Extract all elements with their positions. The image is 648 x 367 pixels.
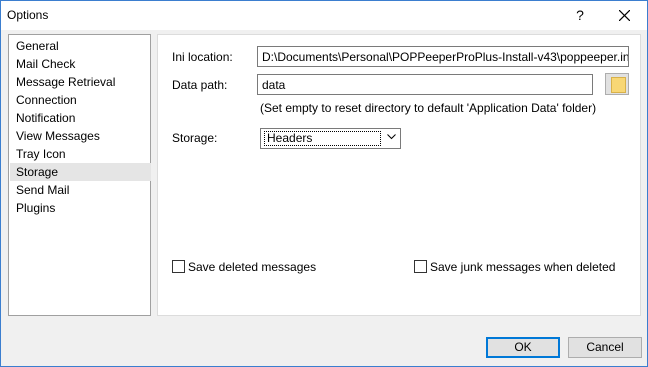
sidebar-item-connection[interactable]: Connection <box>10 91 151 109</box>
ini-location-field[interactable]: D:\Documents\Personal\POPPeeperProPlus-I… <box>257 46 629 67</box>
chevron-down-icon <box>387 134 396 140</box>
data-path-hint: (Set empty to reset directory to default… <box>260 101 597 115</box>
help-button[interactable]: ? <box>561 1 599 30</box>
title-bar: Options ? <box>1 1 647 30</box>
ini-location-label: Ini location: <box>172 50 233 64</box>
data-path-label: Data path: <box>172 78 228 92</box>
close-icon <box>619 10 630 21</box>
save-junk-label: Save junk messages when deleted <box>430 260 616 274</box>
storage-select-value: Headers <box>264 131 381 146</box>
save-junk-checkbox[interactable] <box>414 260 427 273</box>
folder-icon <box>611 77 626 93</box>
close-button[interactable] <box>603 1 647 30</box>
cancel-button[interactable]: Cancel <box>568 337 642 358</box>
storage-select[interactable]: Headers <box>260 128 401 149</box>
data-path-field[interactable]: data <box>257 74 593 95</box>
sidebar-item-storage[interactable]: Storage <box>10 163 151 181</box>
sidebar-item-notification[interactable]: Notification <box>10 109 151 127</box>
sidebar-item-send-mail[interactable]: Send Mail <box>10 181 151 199</box>
sidebar-item-general[interactable]: General <box>10 37 151 55</box>
save-deleted-checkbox[interactable] <box>172 260 185 273</box>
storage-label: Storage: <box>172 131 218 145</box>
sidebar-item-mail-check[interactable]: Mail Check <box>10 55 151 73</box>
category-list: General Mail Check Message Retrieval Con… <box>8 34 151 316</box>
sidebar-item-tray-icon[interactable]: Tray Icon <box>10 145 151 163</box>
save-deleted-label: Save deleted messages <box>188 260 317 274</box>
browse-folder-button[interactable] <box>605 73 629 95</box>
options-dialog: Options ? General Mail Check Message Ret… <box>0 0 648 367</box>
sidebar-item-plugins[interactable]: Plugins <box>10 199 151 217</box>
sidebar-item-message-retrieval[interactable]: Message Retrieval <box>10 73 151 91</box>
sidebar-item-view-messages[interactable]: View Messages <box>10 127 151 145</box>
window-title: Options <box>7 8 49 22</box>
ok-button[interactable]: OK <box>486 337 560 358</box>
storage-panel: Ini location: D:\Documents\Personal\POPP… <box>157 34 641 316</box>
